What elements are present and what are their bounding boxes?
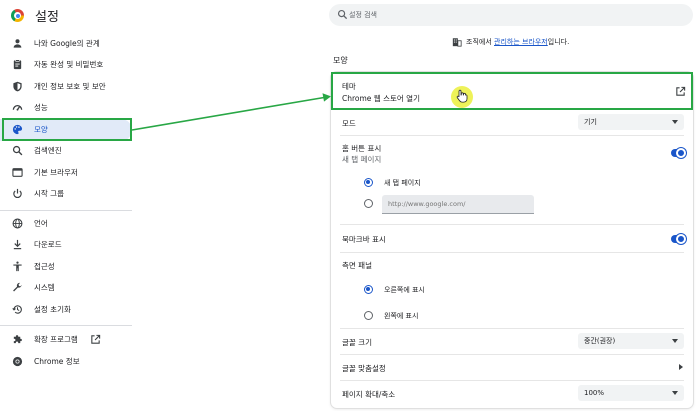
sidebar-item-about-chrome[interactable]: Chrome 정보 bbox=[0, 351, 132, 373]
side-panel-label: 측면 패널 bbox=[342, 261, 372, 270]
theme-sublabel: Chrome 웹 스토어 열기 bbox=[342, 94, 420, 103]
theme-row[interactable] bbox=[331, 72, 693, 110]
sidebar-item-languages[interactable]: 언어 bbox=[0, 213, 132, 235]
radio-label: 새 탭 페이지 bbox=[384, 179, 421, 187]
home-url-input[interactable] bbox=[382, 195, 534, 214]
radio-label: 왼쪽에 표시 bbox=[384, 312, 419, 320]
sidebar-item-label: 자동 완성 및 비밀번호 bbox=[34, 60, 104, 69]
sidebar-divider bbox=[0, 325, 132, 326]
history-icon bbox=[12, 305, 22, 314]
radio-side-panel-right[interactable] bbox=[364, 285, 373, 294]
wrench-icon bbox=[13, 282, 22, 292]
sidebar-item-accessibility[interactable]: 접근성 bbox=[0, 256, 132, 278]
building-icon bbox=[452, 38, 462, 47]
font-size-select-value: 중간(권장) bbox=[584, 337, 616, 345]
bookmarks-bar-toggle[interactable] bbox=[671, 234, 686, 244]
toggle-knob bbox=[676, 148, 686, 158]
caret-down-icon bbox=[672, 339, 678, 343]
sidebar-item-downloads[interactable]: 다운로드 bbox=[0, 234, 132, 256]
page-title: 설정 bbox=[35, 10, 59, 25]
search-input[interactable] bbox=[349, 4, 669, 26]
search-icon bbox=[12, 145, 23, 156]
search-box[interactable] bbox=[329, 4, 693, 26]
theme-label: 테마 bbox=[342, 82, 356, 91]
sidebar-item-label: 접근성 bbox=[34, 262, 55, 271]
row-divider bbox=[340, 354, 684, 355]
sidebar-item-label: 다운로드 bbox=[34, 240, 62, 249]
page-zoom-select-value: 100% bbox=[584, 389, 605, 397]
chrome-logo-icon bbox=[11, 9, 24, 22]
accessibility-icon bbox=[13, 261, 22, 272]
caret-down-icon bbox=[672, 391, 678, 395]
sidebar-item-search-engine[interactable]: 검색엔진 bbox=[0, 140, 132, 162]
globe-icon bbox=[12, 218, 23, 229]
row-divider bbox=[340, 224, 684, 225]
font-size-label: 글꼴 크기 bbox=[342, 338, 372, 347]
puzzle-icon bbox=[13, 335, 22, 344]
page-zoom-select[interactable]: 100% bbox=[578, 385, 684, 401]
sidebar-item-label: 검색엔진 bbox=[34, 146, 62, 155]
shield-icon bbox=[13, 81, 22, 92]
sidebar-item-label: 시스템 bbox=[34, 283, 55, 292]
caret-down-icon bbox=[672, 120, 678, 124]
hand-cursor-icon bbox=[456, 89, 468, 103]
radio-label: 오른쪽에 표시 bbox=[384, 286, 425, 294]
sidebar-item-label: 개인 정보 보호 및 보안 bbox=[34, 82, 106, 91]
radio-new-tab-page[interactable] bbox=[364, 178, 373, 187]
mode-select-value: 기기 bbox=[584, 118, 597, 126]
sidebar-item-reset-settings[interactable]: 설정 초기화 bbox=[0, 299, 132, 321]
sidebar-item-default-browser[interactable]: 기본 브라우저 bbox=[0, 162, 132, 184]
sidebar-item-you-and-google[interactable]: 나와 Google의 관계 bbox=[0, 33, 132, 55]
home-button-label: 홈 버튼 표시 bbox=[342, 144, 382, 153]
sidebar-item-label: 성능 bbox=[34, 103, 48, 112]
font-size-select[interactable]: 중간(권장) bbox=[578, 333, 684, 349]
sidebar-item-label: 기본 브라우저 bbox=[34, 168, 78, 177]
row-divider bbox=[340, 252, 684, 253]
download-icon bbox=[13, 239, 22, 250]
page-zoom-label: 페이지 확대/축소 bbox=[342, 390, 396, 399]
search-icon bbox=[337, 9, 348, 20]
section-title-appearance: 모양 bbox=[333, 56, 348, 65]
radio-side-panel-left[interactable] bbox=[364, 311, 373, 320]
browser-icon bbox=[12, 168, 23, 177]
managed-browser-link[interactable]: 관리하는 브라우저 bbox=[494, 38, 548, 46]
person-icon bbox=[13, 39, 22, 48]
chevron-right-icon[interactable] bbox=[679, 364, 683, 370]
sidebar-item-label: 시작 그룹 bbox=[34, 189, 64, 198]
annotation-highlight-sidebar bbox=[2, 118, 132, 141]
home-button-sublabel: 새 탭 페이지 bbox=[342, 155, 382, 164]
managed-notice-text: 조직에서 관리하는 브라우저입니다. bbox=[466, 38, 570, 46]
sidebar-item-system[interactable]: 시스템 bbox=[0, 277, 132, 299]
radio-custom-url[interactable] bbox=[364, 199, 373, 208]
sidebar-item-label: 설정 초기화 bbox=[34, 305, 71, 314]
speedometer-icon bbox=[12, 105, 23, 111]
sidebar-item-performance[interactable]: 성능 bbox=[0, 97, 132, 119]
home-button-toggle[interactable] bbox=[671, 148, 686, 158]
toggle-knob bbox=[676, 234, 686, 244]
open-in-new-icon bbox=[91, 334, 101, 344]
sidebar-item-label: 나와 Google의 관계 bbox=[34, 39, 100, 48]
sidebar-item-label: 확장 프로그램 bbox=[34, 335, 78, 344]
sidebar-item-autofill[interactable]: 자동 완성 및 비밀번호 bbox=[0, 54, 132, 76]
open-in-new-icon[interactable] bbox=[675, 86, 686, 97]
mode-label: 모드 bbox=[342, 119, 356, 128]
bookmarks-bar-label: 북마크바 표시 bbox=[342, 235, 386, 244]
row-divider bbox=[340, 328, 684, 329]
sidebar-item-extensions[interactable]: 확장 프로그램 bbox=[0, 329, 132, 351]
power-icon bbox=[13, 188, 22, 199]
mode-select[interactable]: 기기 bbox=[578, 114, 684, 130]
sidebar-divider bbox=[0, 210, 132, 211]
clipboard-icon bbox=[13, 59, 22, 70]
sidebar-item-privacy[interactable]: 개인 정보 보호 및 보안 bbox=[0, 76, 132, 98]
chrome-icon bbox=[12, 356, 23, 367]
sidebar-item-label: Chrome 정보 bbox=[34, 357, 80, 366]
row-divider bbox=[340, 380, 684, 381]
customize-fonts-label[interactable]: 글꼴 맞춤설정 bbox=[342, 363, 386, 374]
row-divider bbox=[340, 135, 684, 136]
sidebar-item-on-startup[interactable]: 시작 그룹 bbox=[0, 183, 132, 205]
sidebar-item-label: 언어 bbox=[34, 219, 48, 228]
